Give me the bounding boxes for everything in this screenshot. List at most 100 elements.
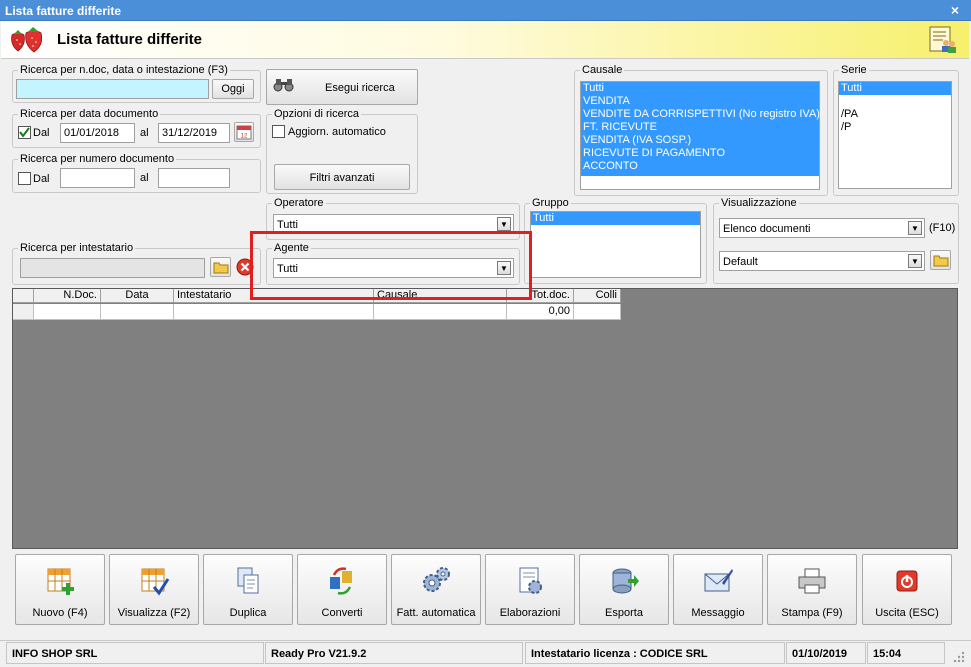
help-people-icon[interactable] — [929, 26, 957, 54]
list-item[interactable]: VENDITA (IVA SOSP.) — [581, 134, 819, 147]
message-button[interactable]: Messaggio — [673, 554, 763, 625]
view-shortcut-label: (F10) — [929, 222, 956, 234]
status-date: 01/10/2019 — [786, 642, 866, 664]
table-cell[interactable] — [174, 304, 374, 320]
window-title: Lista fatture differite — [5, 4, 122, 18]
view-button[interactable]: Visualizza (F2) — [109, 554, 199, 625]
view-button-label: Visualizza (F2) — [117, 607, 191, 619]
group-listbox[interactable]: Tutti — [530, 211, 701, 278]
gears-icon — [423, 567, 450, 592]
status-time: 15:04 — [867, 642, 945, 664]
causale-listbox[interactable]: Tutti VENDITA VENDITE DA CORRISPETTIVI (… — [580, 81, 820, 190]
serie-listbox[interactable]: Tutti /PA /P — [838, 81, 952, 189]
print-button-label: Stampa (F9) — [781, 607, 843, 619]
table-cell[interactable] — [374, 304, 507, 320]
view-group — [713, 203, 959, 284]
processing-button[interactable]: Elaborazioni — [485, 554, 575, 625]
list-item[interactable]: Tutti — [839, 82, 951, 95]
calendar-button[interactable]: 12 — [234, 122, 254, 142]
list-item[interactable]: VENDITE DA CORRISPETTIVI (No registro IV… — [581, 108, 820, 121]
printer-icon — [798, 568, 826, 594]
folder-icon — [213, 262, 228, 274]
list-item[interactable] — [839, 95, 951, 108]
list-item[interactable]: ACCONTO — [581, 160, 819, 173]
col-header-data[interactable]: Data — [101, 289, 174, 303]
row-header-corner — [13, 289, 34, 303]
duplicate-button-label: Duplica — [229, 607, 267, 619]
processing-button-label: Elaborazioni — [499, 607, 561, 619]
convert-icon — [330, 567, 352, 595]
search-number-label: Ricerca per numero documento — [18, 153, 177, 165]
date-enabled-checkbox[interactable] — [18, 126, 31, 139]
list-item[interactable]: FT. RICEVUTE — [581, 121, 819, 134]
export-button[interactable]: Esporta — [579, 554, 669, 625]
list-item[interactable]: /PA — [839, 108, 951, 121]
search-date-label: Ricerca per data documento — [18, 108, 161, 120]
list-item[interactable]: RICEVUTE DI PAGAMENTO — [581, 147, 819, 160]
list-item[interactable]: Tutti — [531, 212, 700, 225]
status-company: INFO SHOP SRL — [6, 642, 264, 664]
number-to-label: al — [140, 172, 149, 184]
process-icon — [519, 567, 542, 594]
date-to-input[interactable]: 31/12/2019 — [158, 123, 230, 143]
table-cell[interactable]: 0,00 — [507, 304, 574, 320]
convert-button-label: Converti — [321, 607, 363, 619]
convert-button[interactable]: Converti — [297, 554, 387, 625]
list-item[interactable]: /P — [839, 121, 951, 134]
status-version: Ready Pro V21.9.2 — [265, 642, 523, 664]
col-header-ndoc[interactable]: N.Doc. — [34, 289, 101, 303]
holder-input[interactable] — [20, 258, 205, 278]
view-mode-select[interactable]: Elenco documenti ▼ — [719, 218, 925, 238]
table-cell[interactable] — [34, 304, 101, 320]
row-header[interactable] — [13, 304, 34, 320]
exit-icon — [896, 570, 918, 592]
folder-icon — [933, 255, 948, 267]
date-to-label: al — [140, 127, 149, 139]
list-item[interactable]: Tutti — [581, 82, 819, 95]
exit-button-label: Uscita (ESC) — [875, 607, 939, 619]
group-label: Gruppo — [530, 197, 571, 209]
binoculars-icon — [273, 79, 294, 92]
new-grid-icon — [47, 568, 74, 595]
check-icon — [19, 127, 30, 138]
duplicate-button[interactable]: Duplica — [203, 554, 293, 625]
number-to-input[interactable] — [158, 168, 230, 188]
view-layout-select[interactable]: Default ▼ — [719, 251, 925, 271]
message-button-label: Messaggio — [691, 607, 745, 619]
advanced-filters-button[interactable]: Filtri avanzati — [274, 164, 410, 190]
window-title-bar: Lista fatture differite — [0, 0, 971, 21]
number-from-input[interactable] — [60, 168, 135, 188]
run-search-label: Esegui ricerca — [325, 82, 395, 94]
close-icon[interactable]: × — [946, 3, 964, 18]
export-button-label: Esporta — [605, 607, 643, 619]
date-from-input[interactable]: 01/01/2018 — [60, 123, 135, 143]
print-button[interactable]: Stampa (F9) — [767, 554, 857, 625]
view-mode-value: Elenco documenti — [723, 223, 811, 235]
run-search-button[interactable]: Esegui ricerca — [266, 69, 418, 105]
auto-invoice-button[interactable]: Fatt. automatica — [391, 554, 481, 625]
resize-grip-icon[interactable] — [952, 650, 966, 664]
chevron-down-icon[interactable]: ▼ — [908, 254, 922, 268]
operator-value: Tutti — [277, 219, 298, 231]
documents-grid[interactable]: N.Doc. Data Intestatario Causale Tot.doc… — [12, 288, 958, 549]
search-text-label: Ricerca per n.doc, data o intestazione (… — [18, 64, 230, 76]
chevron-down-icon[interactable]: ▼ — [908, 221, 922, 235]
highlight-box — [250, 231, 532, 300]
status-license: Intestatario licenza : CODICE SRL — [525, 642, 785, 664]
col-header-colli[interactable]: Colli — [574, 289, 621, 303]
table-cell[interactable] — [101, 304, 174, 320]
svg-text:12: 12 — [241, 134, 248, 140]
today-button[interactable]: Oggi — [212, 79, 254, 99]
chevron-down-icon[interactable]: ▼ — [497, 217, 511, 231]
auto-update-checkbox[interactable] — [272, 125, 285, 138]
exit-button[interactable]: Uscita (ESC) — [862, 554, 952, 625]
layout-folder-button[interactable] — [930, 250, 951, 270]
calendar-icon: 12 — [236, 125, 252, 140]
search-text-input[interactable] — [16, 79, 209, 99]
table-cell[interactable] — [574, 304, 621, 320]
list-item[interactable]: VENDITA — [581, 95, 819, 108]
number-enabled-checkbox[interactable] — [18, 172, 31, 185]
export-icon — [612, 568, 639, 594]
new-button[interactable]: Nuovo (F4) — [15, 554, 105, 625]
browse-holder-button[interactable] — [210, 257, 231, 277]
